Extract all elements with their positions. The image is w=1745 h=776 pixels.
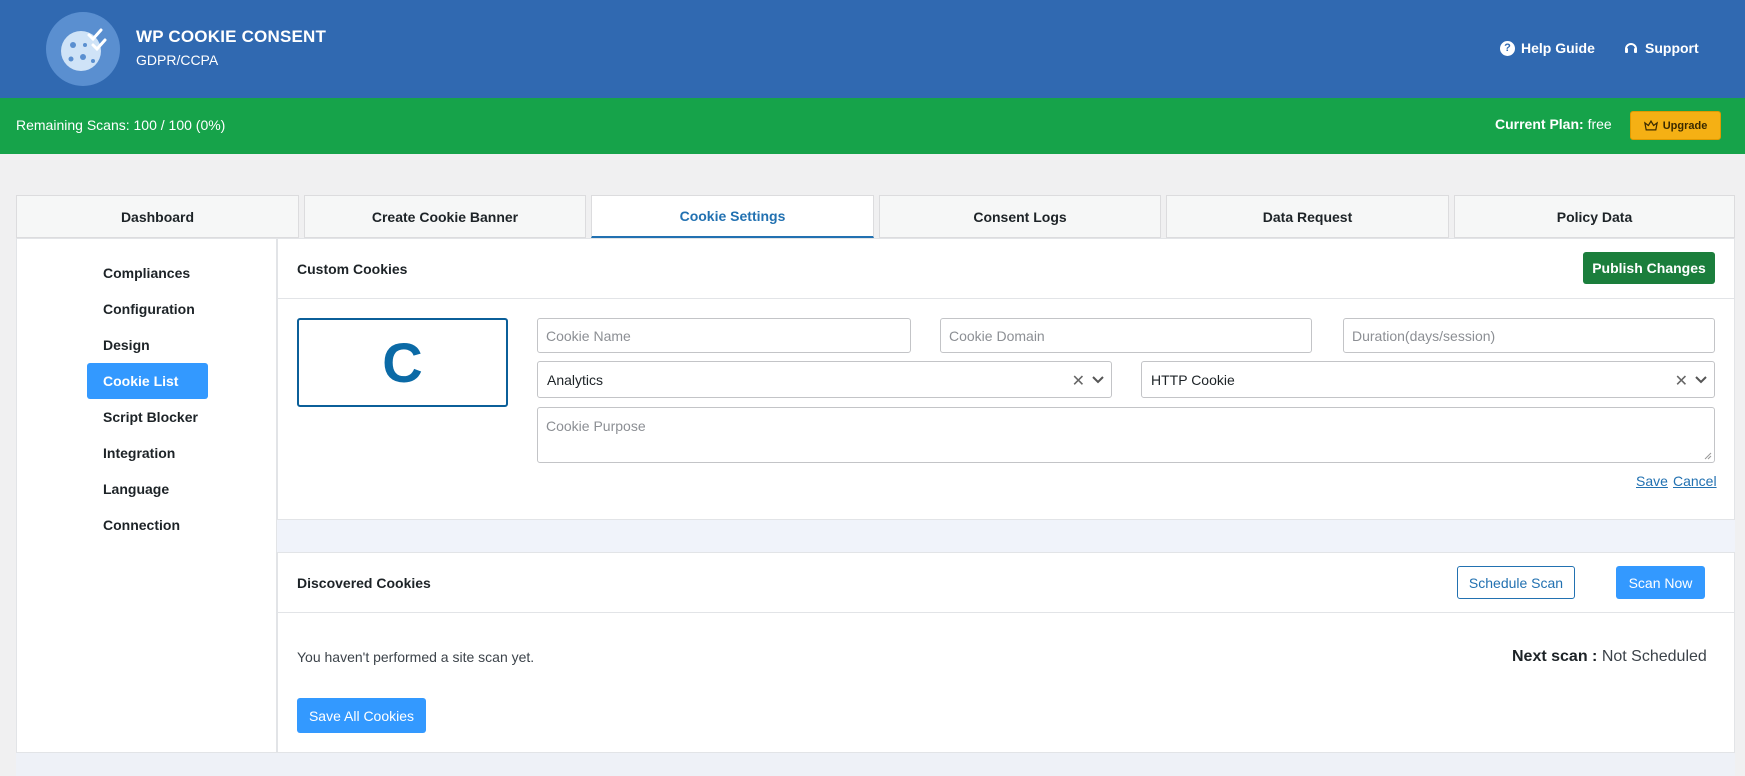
custom-cookies-header: Custom Cookies bbox=[278, 239, 1734, 299]
tab-dashboard[interactable]: Dashboard bbox=[16, 195, 299, 238]
remaining-scans: Remaining Scans: 100 / 100 (0%) bbox=[16, 117, 226, 133]
tab-data-request[interactable]: Data Request bbox=[1166, 195, 1449, 238]
discovered-cookies-title: Discovered Cookies bbox=[297, 575, 431, 591]
current-plan: Current Plan: free bbox=[1495, 116, 1612, 132]
next-scan-value: Not Scheduled bbox=[1601, 648, 1707, 665]
save-link[interactable]: Save bbox=[1636, 473, 1668, 489]
sidebar-item-compliances[interactable]: Compliances bbox=[87, 255, 206, 291]
upgrade-button[interactable]: Upgrade bbox=[1630, 111, 1721, 140]
custom-cookies-title: Custom Cookies bbox=[297, 261, 408, 277]
cookie-purpose-textarea[interactable]: Cookie Purpose bbox=[537, 407, 1715, 463]
question-icon: ? bbox=[1500, 40, 1515, 56]
publish-changes-button[interactable]: Publish Changes bbox=[1583, 252, 1715, 284]
scan-now-button[interactable]: Scan Now bbox=[1616, 566, 1705, 599]
cancel-link[interactable]: Cancel bbox=[1673, 473, 1717, 489]
resize-handle-icon[interactable] bbox=[1704, 452, 1712, 460]
app-subtitle: GDPR/CCPA bbox=[136, 52, 219, 68]
chevron-down-icon bbox=[1695, 376, 1707, 384]
sidebar-item-script-blocker[interactable]: Script Blocker bbox=[87, 399, 214, 435]
no-scan-message: You haven't performed a site scan yet. bbox=[297, 649, 535, 665]
chevron-down-icon bbox=[1092, 376, 1104, 384]
sidebar-item-integration[interactable]: Integration bbox=[87, 435, 191, 471]
tab-create-cookie-banner[interactable]: Create Cookie Banner bbox=[304, 195, 586, 238]
cookie-logo-icon bbox=[46, 12, 120, 86]
tab-cookie-settings[interactable]: Cookie Settings bbox=[591, 195, 874, 238]
plan-bar: Remaining Scans: 100 / 100 (0%) Current … bbox=[0, 98, 1745, 154]
tab-consent-logs[interactable]: Consent Logs bbox=[879, 195, 1161, 238]
help-guide-link[interactable]: ? Help Guide bbox=[1500, 40, 1595, 56]
sidebar-item-configuration[interactable]: Configuration bbox=[87, 291, 211, 327]
clear-icon[interactable]: ✕ bbox=[1675, 371, 1688, 391]
cookie-letter-avatar: C bbox=[297, 318, 508, 407]
footer-band bbox=[16, 753, 1735, 776]
next-scan-label: Next scan : bbox=[1512, 648, 1598, 665]
cookie-name-input[interactable]: Cookie Name bbox=[537, 318, 911, 353]
cookie-duration-input[interactable]: Duration(days/session) bbox=[1343, 318, 1715, 353]
sidebar-item-language[interactable]: Language bbox=[87, 471, 185, 507]
section-divider bbox=[277, 520, 1735, 552]
support-icon bbox=[1623, 40, 1639, 56]
save-all-cookies-button[interactable]: Save All Cookies bbox=[297, 698, 426, 733]
support-link[interactable]: Support bbox=[1623, 40, 1699, 56]
tab-policy-data[interactable]: Policy Data bbox=[1454, 195, 1735, 238]
app-title: WP COOKIE CONSENT bbox=[136, 27, 327, 46]
schedule-scan-button[interactable]: Schedule Scan bbox=[1457, 566, 1575, 599]
cookie-type-value: HTTP Cookie bbox=[1151, 371, 1235, 388]
cookie-domain-input[interactable]: Cookie Domain bbox=[940, 318, 1312, 353]
upgrade-label: Upgrade bbox=[1662, 119, 1708, 132]
current-plan-label: Current Plan: bbox=[1495, 116, 1584, 132]
sidebar-item-connection[interactable]: Connection bbox=[87, 507, 196, 543]
cookie-category-select[interactable]: Analytics ✕ bbox=[537, 361, 1112, 398]
sidebar-item-design[interactable]: Design bbox=[87, 327, 166, 363]
app-header: WP COOKIE CONSENT GDPR/CCPA ? Help Guide… bbox=[0, 0, 1745, 98]
cookie-purpose-placeholder: Cookie Purpose bbox=[546, 418, 646, 434]
crown-icon bbox=[1643, 120, 1658, 131]
settings-sidebar: Compliances Configuration Design Cookie … bbox=[16, 238, 277, 753]
cookie-category-value: Analytics bbox=[547, 371, 604, 388]
current-plan-value: free bbox=[1587, 116, 1612, 132]
cookie-type-select[interactable]: HTTP Cookie ✕ bbox=[1141, 361, 1715, 398]
support-label: Support bbox=[1645, 40, 1699, 56]
help-guide-label: Help Guide bbox=[1521, 40, 1595, 56]
next-scan-status: Next scan : Not Scheduled bbox=[1512, 648, 1707, 666]
sidebar-item-cookie-list[interactable]: Cookie List bbox=[87, 363, 208, 399]
clear-icon[interactable]: ✕ bbox=[1072, 371, 1085, 391]
